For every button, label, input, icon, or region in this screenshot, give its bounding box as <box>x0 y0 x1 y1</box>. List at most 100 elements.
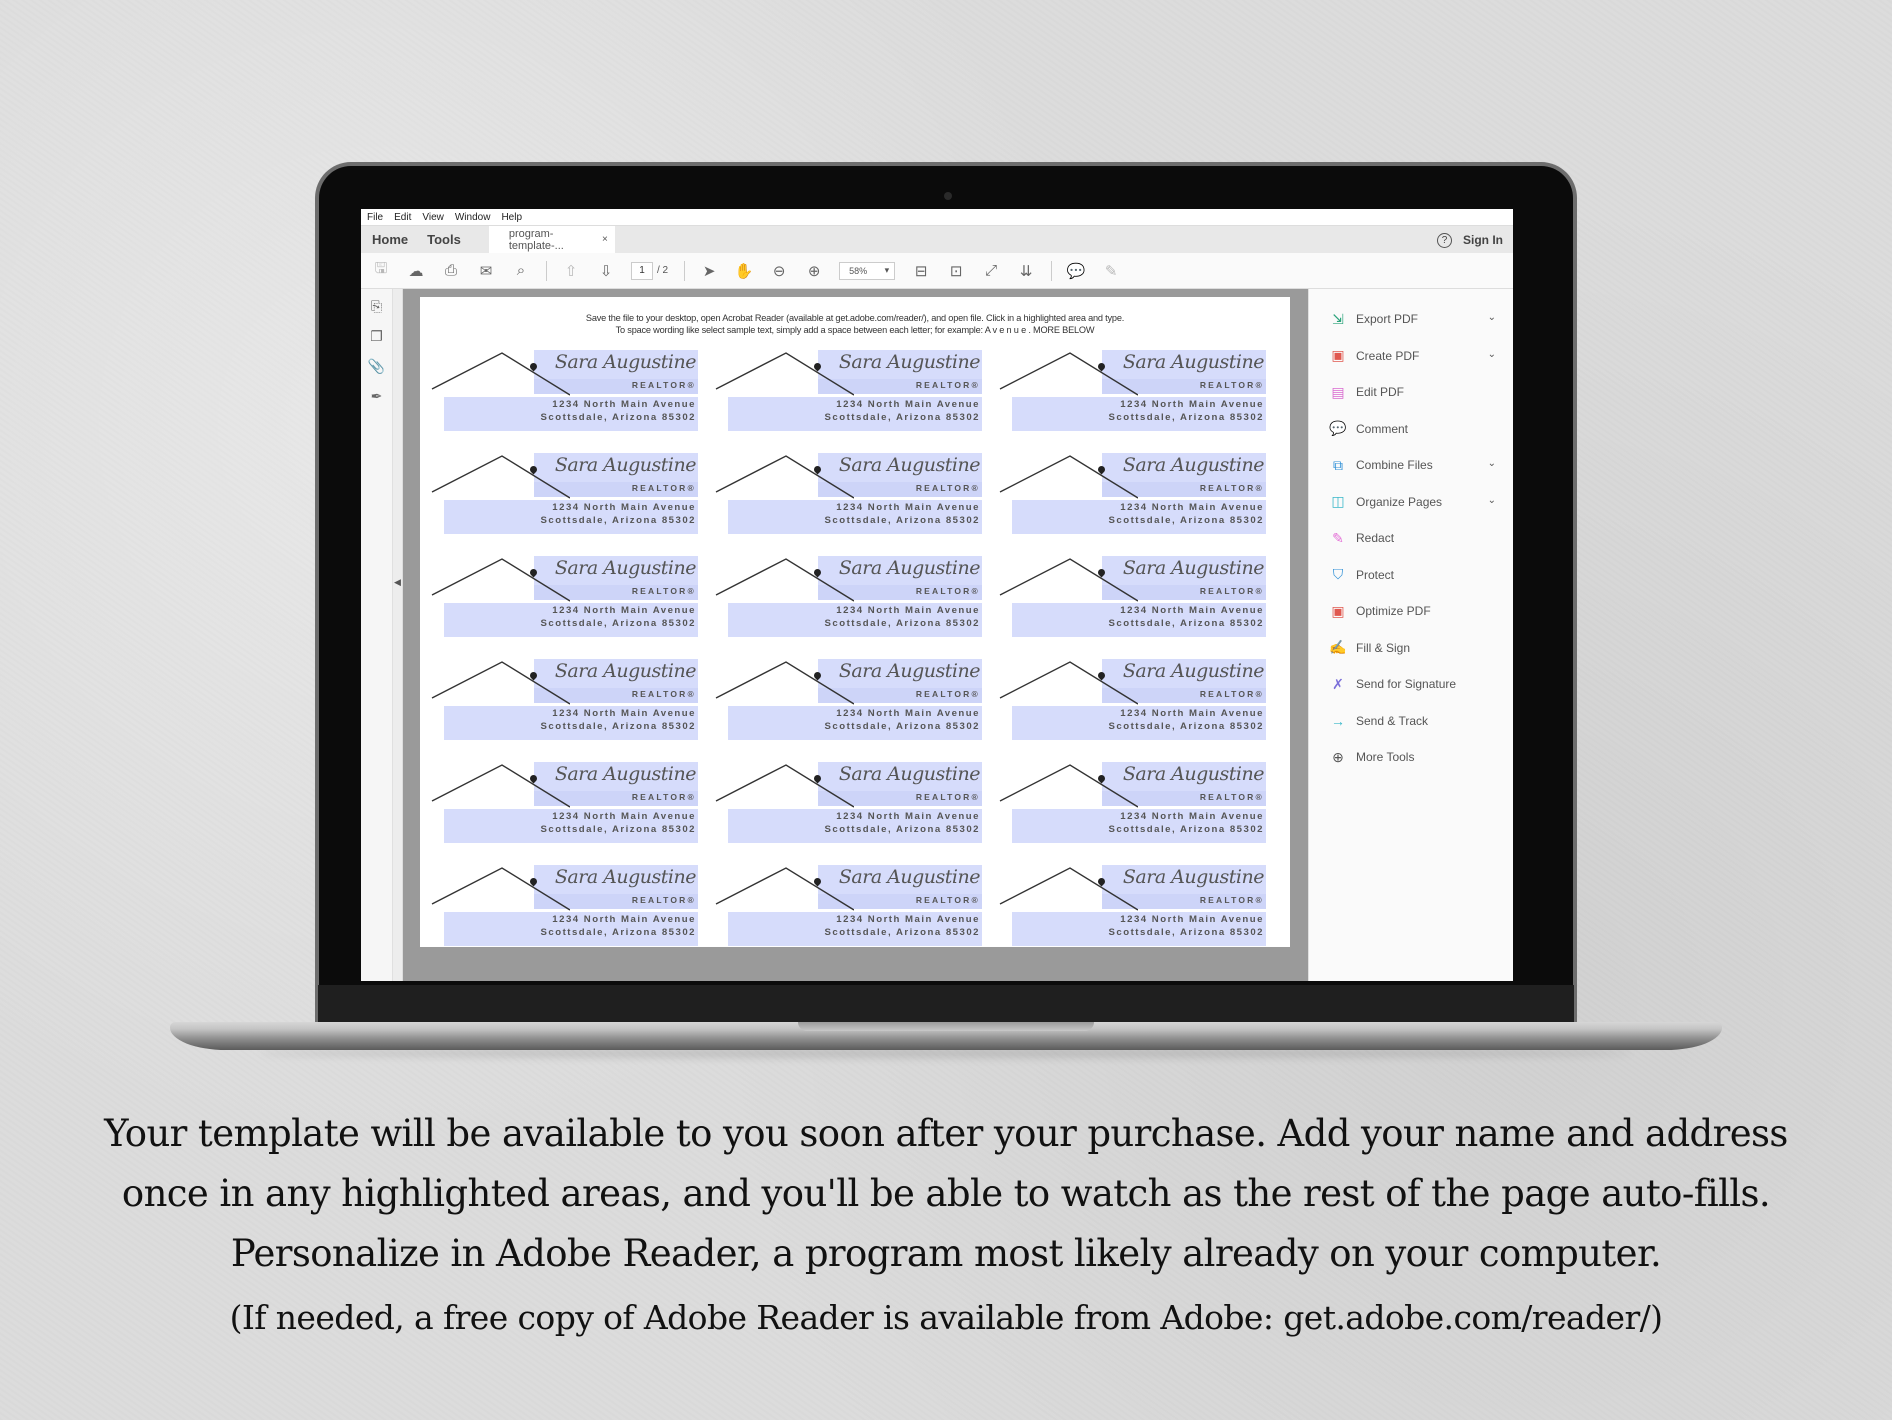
address-label[interactable]: Sara Augustine REALTOR® 1234 North Main Av… <box>998 864 1268 947</box>
label-name[interactable]: Sara Augustine <box>1123 866 1265 888</box>
panel-collapse-strip[interactable]: ◀ <box>393 289 403 981</box>
save-icon[interactable]: 🖫 <box>371 260 391 281</box>
address-label[interactable]: Sara Augustine REALTOR® 1234 North Main Av… <box>998 658 1268 748</box>
label-title[interactable]: REALTOR® <box>632 895 696 905</box>
tool-protect[interactable]: ⛉ Protect <box>1309 557 1513 594</box>
tab-home[interactable]: Home <box>372 232 408 247</box>
highlight-pen-icon[interactable]: ✎ <box>1101 261 1121 281</box>
address-label[interactable]: Sara Augustine REALTOR® 1234 North Main Av… <box>714 761 984 851</box>
label-name[interactable]: Sara Augustine <box>839 866 981 888</box>
label-title[interactable]: REALTOR® <box>916 380 980 390</box>
tool-comment[interactable]: 💬 Comment <box>1309 411 1513 448</box>
document-tab[interactable]: program-template-... × <box>488 226 615 253</box>
fit-width-icon[interactable]: ⊟ <box>911 261 931 281</box>
menu-help[interactable]: Help <box>501 212 522 223</box>
label-name[interactable]: Sara Augustine <box>555 454 697 476</box>
label-name[interactable]: Sara Augustine <box>839 351 981 373</box>
address-label[interactable]: Sara Augustine REALTOR® 1234 North Main Av… <box>714 658 984 748</box>
label-address[interactable]: 1234 North Main Avenue Scottsdale, Arizon… <box>824 913 980 939</box>
label-title[interactable]: REALTOR® <box>632 792 696 802</box>
next-page-icon[interactable]: ⇩ <box>596 261 616 281</box>
tool-more-tools[interactable]: ⊕ More Tools <box>1309 739 1513 776</box>
label-name[interactable]: Sara Augustine <box>555 351 697 373</box>
label-title[interactable]: REALTOR® <box>916 895 980 905</box>
address-label[interactable]: Sara Augustine REALTOR® 1234 North Main Av… <box>430 658 700 748</box>
upload-cloud-icon[interactable]: ☁ <box>406 261 426 281</box>
print-icon[interactable]: ⎙ <box>441 261 461 281</box>
tool-optimize-pdf[interactable]: ▣ Optimize PDF <box>1309 593 1513 630</box>
comment-icon[interactable]: 💬 <box>1066 261 1086 281</box>
menu-file[interactable]: File <box>367 212 383 223</box>
label-name[interactable]: Sara Augustine <box>555 660 697 682</box>
address-label[interactable]: Sara Augustine REALTOR® 1234 North Main Av… <box>430 864 700 947</box>
page-thumbnails-icon[interactable]: ⎘ <box>367 298 387 318</box>
email-icon[interactable]: ✉ <box>476 261 496 281</box>
full-screen-icon[interactable]: ⤢ <box>981 261 1001 281</box>
label-address[interactable]: 1234 North Main Avenue Scottsdale, Arizon… <box>1108 810 1264 836</box>
page-number-input[interactable]: 1 <box>631 261 653 280</box>
hand-tool-icon[interactable]: ✋ <box>734 261 754 281</box>
label-title[interactable]: REALTOR® <box>916 792 980 802</box>
label-address[interactable]: 1234 North Main Avenue Scottsdale, Arizon… <box>824 810 980 836</box>
label-title[interactable]: REALTOR® <box>632 586 696 596</box>
tool-create-pdf[interactable]: ▣ Create PDF ⌄ <box>1309 338 1513 375</box>
label-name[interactable]: Sara Augustine <box>839 763 981 785</box>
document-view[interactable]: Save the file to your desktop, open Acro… <box>403 289 1308 981</box>
menu-window[interactable]: Window <box>455 212 491 223</box>
address-label[interactable]: Sara Augustine REALTOR® 1234 North Main Av… <box>998 349 1268 439</box>
label-title[interactable]: REALTOR® <box>1200 380 1264 390</box>
label-address[interactable]: 1234 North Main Avenue Scottsdale, Arizon… <box>1108 604 1264 630</box>
label-name[interactable]: Sara Augustine <box>555 763 697 785</box>
label-address[interactable]: 1234 North Main Avenue Scottsdale, Arizon… <box>540 604 696 630</box>
label-name[interactable]: Sara Augustine <box>1123 660 1265 682</box>
label-title[interactable]: REALTOR® <box>916 483 980 493</box>
address-label[interactable]: Sara Augustine REALTOR® 1234 North Main Av… <box>430 761 700 851</box>
address-label[interactable]: Sara Augustine REALTOR® 1234 North Main Av… <box>998 761 1268 851</box>
tool-send-for-signature[interactable]: ✗ Send for Signature <box>1309 666 1513 703</box>
label-address[interactable]: 1234 North Main Avenue Scottsdale, Arizon… <box>824 604 980 630</box>
address-label[interactable]: Sara Augustine REALTOR® 1234 North Main Av… <box>714 864 984 947</box>
label-address[interactable]: 1234 North Main Avenue Scottsdale, Arizon… <box>824 707 980 733</box>
chevron-down-icon[interactable]: ⌄ <box>1488 312 1496 323</box>
tool-edit-pdf[interactable]: ▤ Edit PDF <box>1309 374 1513 411</box>
tool-export-pdf[interactable]: ⇲ Export PDF ⌄ <box>1309 301 1513 338</box>
label-address[interactable]: 1234 North Main Avenue Scottsdale, Arizon… <box>824 398 980 424</box>
label-name[interactable]: Sara Augustine <box>1123 454 1265 476</box>
address-label[interactable]: Sara Augustine REALTOR® 1234 North Main Av… <box>430 452 700 542</box>
address-label[interactable]: Sara Augustine REALTOR® 1234 North Main Av… <box>714 349 984 439</box>
menu-edit[interactable]: Edit <box>394 212 411 223</box>
label-address[interactable]: 1234 North Main Avenue Scottsdale, Arizon… <box>1108 501 1264 527</box>
label-address[interactable]: 1234 North Main Avenue Scottsdale, Arizon… <box>1108 398 1264 424</box>
label-name[interactable]: Sara Augustine <box>1123 763 1265 785</box>
select-cursor-icon[interactable]: ➤ <box>699 261 719 281</box>
label-address[interactable]: 1234 North Main Avenue Scottsdale, Arizon… <box>1108 913 1264 939</box>
label-title[interactable]: REALTOR® <box>632 380 696 390</box>
address-label[interactable]: Sara Augustine REALTOR® 1234 North Main Av… <box>430 349 700 439</box>
label-title[interactable]: REALTOR® <box>1200 895 1264 905</box>
fit-page-icon[interactable]: ⊡ <box>946 261 966 281</box>
label-title[interactable]: REALTOR® <box>632 689 696 699</box>
label-title[interactable]: REALTOR® <box>1200 586 1264 596</box>
label-address[interactable]: 1234 North Main Avenue Scottsdale, Arizon… <box>824 501 980 527</box>
label-name[interactable]: Sara Augustine <box>1123 557 1265 579</box>
label-name[interactable]: Sara Augustine <box>555 866 697 888</box>
copy-pages-icon[interactable]: ❐ <box>367 328 387 348</box>
tool-combine-files[interactable]: ⧉ Combine Files ⌄ <box>1309 447 1513 484</box>
collapse-arrow-icon[interactable]: ◀ <box>394 577 401 588</box>
attachment-icon[interactable]: 📎 <box>367 358 387 378</box>
tool-send-track[interactable]: → Send & Track <box>1309 703 1513 740</box>
label-title[interactable]: REALTOR® <box>632 483 696 493</box>
zoom-out-icon[interactable]: ⊖ <box>769 261 789 281</box>
menu-view[interactable]: View <box>422 212 444 223</box>
chevron-down-icon[interactable]: ⌄ <box>1488 349 1496 360</box>
label-address[interactable]: 1234 North Main Avenue Scottsdale, Arizon… <box>540 707 696 733</box>
sign-in-button[interactable]: Sign In <box>1463 233 1503 247</box>
address-label[interactable]: Sara Augustine REALTOR® 1234 North Main Av… <box>714 555 984 645</box>
tab-tools[interactable]: Tools <box>427 232 461 247</box>
close-icon[interactable]: × <box>602 234 608 245</box>
chevron-down-icon[interactable]: ⌄ <box>1488 495 1496 506</box>
label-address[interactable]: 1234 North Main Avenue Scottsdale, Arizon… <box>540 501 696 527</box>
label-name[interactable]: Sara Augustine <box>839 454 981 476</box>
search-icon[interactable]: ⌕ <box>511 261 531 281</box>
zoom-in-icon[interactable]: ⊕ <box>804 261 824 281</box>
